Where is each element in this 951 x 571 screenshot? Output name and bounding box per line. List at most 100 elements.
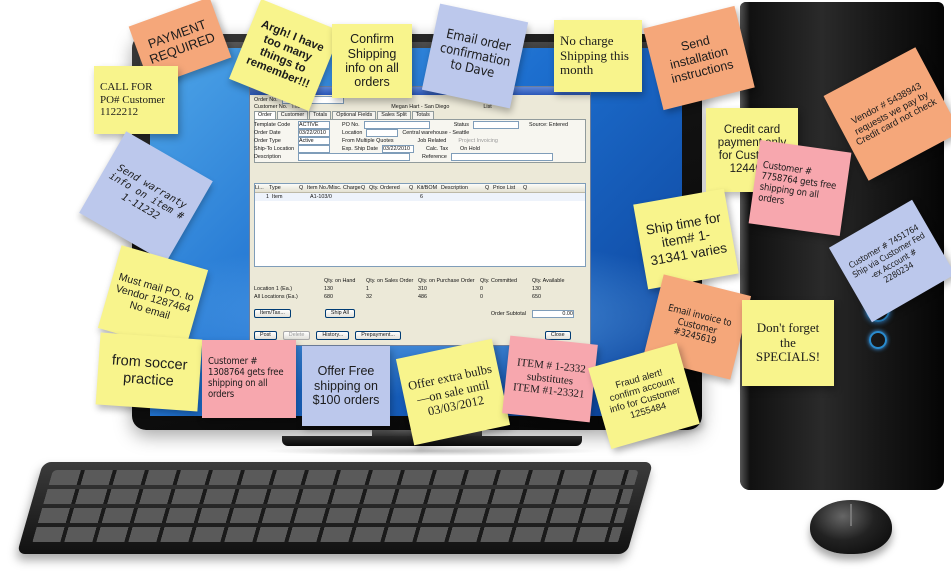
order-subtotal-value: 0.00 — [531, 309, 574, 318]
summary-header: Qty. on Hand Qty. on Sales Order Qty. on… — [254, 277, 584, 285]
order-type-row: Order Type Active From Multiple Quotes J… — [254, 137, 498, 145]
description-label: Description — [254, 154, 281, 160]
sticky-note-send-installation: Send installation instructions — [643, 5, 755, 111]
order-type-label: Order Type — [254, 138, 281, 144]
grid-col-line[interactable]: Li... — [255, 185, 269, 191]
location-value: Central warehouse - Seattle — [402, 130, 470, 136]
post-button[interactable]: Post — [254, 331, 277, 340]
customer-no-row: Customer No. The Megan Hart - San Diego … — [254, 103, 492, 111]
exp-ship-date-label: Exp. Ship Date — [342, 146, 378, 152]
grid-col-qty-ordered[interactable]: Qty. Ordered — [369, 185, 409, 191]
grid-col-price-list[interactable]: Price List — [493, 185, 523, 191]
inventory-summary: Qty. on Hand Qty. on Sales Order Qty. on… — [254, 277, 584, 301]
note-text: Email order confirmation to Dave — [438, 26, 512, 82]
grid-col-finder-2[interactable]: Q — [361, 185, 369, 191]
summary-cell: 310 — [418, 286, 427, 292]
po-no-field[interactable] — [363, 121, 430, 129]
customer-no-label: Customer No. — [254, 104, 288, 110]
sticky-note-call-for-po: CALL FOR PO# Customer 1122212 — [94, 66, 178, 134]
line-buttons: Item/Tax... Ship All Order Subtotal 0.00 — [254, 309, 574, 318]
keyboard-keys — [31, 470, 639, 544]
grid-col-finder-3[interactable]: Q — [409, 185, 417, 191]
ship-to-location-field[interactable] — [298, 145, 330, 153]
status-label: Status — [453, 122, 469, 128]
grid-col-finder-5[interactable]: Q — [523, 185, 531, 191]
po-no-label: PO No. — [342, 122, 360, 128]
sticky-note-item-substitutes: ITEM # 1-2332 substitutes ITEM #1-23321 — [502, 335, 598, 423]
customer-name-value: Megan Hart - San Diego — [391, 104, 450, 110]
reference-field[interactable] — [450, 153, 553, 161]
grid-header: Li... Type Q Item No./Misc. Charge Q Qty… — [255, 184, 585, 193]
note-text: Don't forget the SPECIALS! — [755, 319, 821, 365]
summary-cell: 130 — [324, 286, 333, 292]
from-multiple-quotes-checkbox[interactable]: From Multiple Quotes — [342, 138, 394, 144]
sticky-note-customer-7758764: Customer # 7758764 gets free shipping on… — [748, 140, 852, 236]
summary-cell: All Locations (Ea.) — [254, 294, 298, 300]
note-text: Customer # 1308764 gets free shipping on… — [208, 356, 284, 400]
summary-cell: Location 1 (Ea.) — [254, 286, 293, 292]
summary-cell: 0 — [480, 286, 483, 292]
description-row: Description Reference — [254, 153, 553, 161]
job-related-checkbox[interactable]: Job Related — [418, 138, 447, 144]
drive-light-icon — [869, 331, 887, 349]
order-type-select[interactable]: Active — [298, 137, 330, 145]
note-text: Send warranty info on item # 1-11232 — [106, 162, 189, 223]
grid-cell-item-no: A1-103/0 — [310, 194, 332, 200]
exp-ship-date-field[interactable]: 03/22/2010 — [381, 145, 414, 153]
summary-col-on-hand: Qty. on Hand — [324, 278, 356, 284]
grid-col-kit-bom[interactable]: Kit/BOM — [417, 185, 441, 191]
source-label: Source: Entered — [528, 122, 568, 128]
location-field[interactable] — [366, 129, 399, 137]
on-hold-checkbox[interactable]: On Hold — [460, 146, 480, 152]
summary-col-on-purchase-order: Qty. on Purchase Order — [418, 278, 475, 284]
sticky-note-dont-forget-specials: Don't forget the SPECIALS! — [742, 300, 834, 386]
history-button[interactable]: History... — [316, 331, 350, 340]
note-text: CALL FOR PO# Customer 1122212 — [100, 81, 166, 119]
calc-tax-checkbox[interactable]: Calc. Tax — [426, 146, 448, 152]
summary-row: All Locations (Ea.) 680 32 486 0 650 — [254, 293, 584, 301]
prepayment-button[interactable]: Prepayment... — [355, 331, 401, 340]
grid-col-description[interactable]: Description — [441, 185, 485, 191]
note-text: from soccer practice — [111, 352, 188, 390]
monitor-stand-shadow — [262, 446, 602, 456]
location-label: Location — [342, 130, 363, 136]
grid-col-finder-4[interactable]: Q — [485, 185, 493, 191]
sticky-note-ship-time: Ship time for item# 1-31341 varies — [633, 188, 739, 290]
project-invoicing-checkbox: Project Invoicing — [458, 138, 498, 144]
ship-to-row: Ship-To Location Exp. Ship Date 03/22/20… — [254, 145, 480, 153]
grid-cell-kit-bom: 6 — [420, 194, 423, 200]
summary-col-committed: Qty. Committed — [480, 278, 518, 284]
order-date-field[interactable]: 03/22/2010 — [298, 129, 330, 137]
note-text: Customer # 7758764 gets free shipping on… — [757, 159, 837, 207]
summary-cell: 130 — [532, 286, 541, 292]
note-text: Offer Free shipping on $100 orders — [312, 364, 380, 408]
grid-col-item-no[interactable]: Item No./Misc. Charge — [307, 185, 361, 191]
description-field[interactable] — [298, 153, 410, 161]
reference-label: Reference — [422, 154, 447, 160]
summary-cell: 32 — [366, 294, 372, 300]
grid-col-type[interactable]: Type — [269, 185, 299, 191]
note-text: Send installation instructions — [668, 33, 735, 87]
sticky-note-email-order: Email order confirmation to Dave — [421, 3, 529, 109]
template-code-field[interactable]: ACTIVE — [298, 121, 330, 129]
note-text: Argh! I have too many things to remember… — [244, 18, 326, 91]
item-tax-button[interactable]: Item/Tax... — [254, 309, 291, 318]
order-subtotal-label: Order Subtotal — [490, 310, 526, 317]
scene: Order No. Customer No. The Megan Hart - … — [0, 0, 951, 571]
note-text: Confirm Shipping info on all orders — [345, 32, 399, 90]
order-lines-grid[interactable]: Li... Type Q Item No./Misc. Charge Q Qty… — [254, 183, 586, 267]
grid-col-finder-1[interactable]: Q — [299, 185, 307, 191]
note-text: No charge Shipping this month — [560, 32, 629, 78]
order-entry-window: Order No. Customer No. The Megan Hart - … — [249, 86, 591, 346]
close-button[interactable]: Close — [544, 331, 571, 340]
summary-row: Location 1 (Ea.) 130 1 310 0 130 — [254, 285, 584, 293]
list-label: List — [483, 104, 492, 110]
sticky-note-offer-free-shipping: Offer Free shipping on $100 orders — [302, 346, 390, 426]
note-text: Fraud alert! confirm account info for Cu… — [608, 367, 682, 422]
grid-row[interactable]: 1 Item A1-103/0 6 — [255, 193, 585, 201]
ship-all-button[interactable]: Ship All — [324, 309, 355, 318]
summary-col-available: Qty. Available — [532, 278, 565, 284]
keyboard — [16, 462, 654, 554]
grid-cell-type: Item — [272, 194, 283, 200]
note-text: Ship time for item# 1-31341 varies — [644, 209, 729, 269]
